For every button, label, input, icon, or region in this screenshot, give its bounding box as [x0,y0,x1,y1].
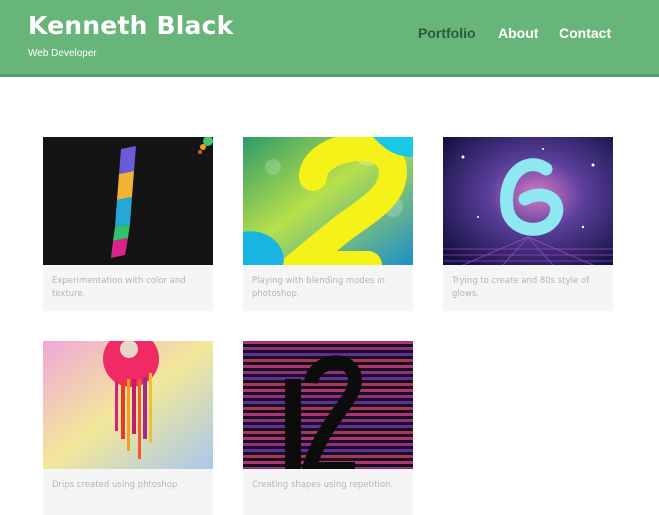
nav-link-about[interactable]: About [498,25,538,41]
portfolio-card[interactable]: Experimentation with color and texture. [43,137,213,311]
portfolio-thumbnail-number-12[interactable] [243,341,413,469]
portfolio-caption: Creating shapes using repetition. [252,480,394,490]
portfolio-thumbnail-number-2[interactable] [243,137,413,265]
site-header: Kenneth Black Web Developer Portfolio Ab… [0,0,659,77]
portfolio-caption: Trying to create and 80s style of glows. [452,276,590,299]
portfolio-card[interactable]: Creating shapes using repetition. [243,341,413,515]
nav-link-contact[interactable]: Contact [559,25,611,41]
portfolio-caption: Drips created using phtoshop [52,480,178,490]
portfolio-caption: Experimentation with color and texture. [52,276,186,299]
portfolio-card[interactable]: Drips created using phtoshop [43,341,213,515]
portfolio-card[interactable]: Playing with blending modes in photoshop… [243,137,413,311]
portfolio-thumbnail-number-1[interactable] [43,137,213,265]
nav-link-portfolio[interactable]: Portfolio [418,25,476,41]
portfolio-thumbnail-number-9[interactable] [43,341,213,469]
portfolio-thumbnail-number-6[interactable] [443,137,613,265]
portfolio-caption: Playing with blending modes in photoshop… [252,276,385,299]
main-nav: Portfolio About Contact [0,25,659,45]
portfolio-card[interactable]: Trying to create and 80s style of glows. [443,137,613,311]
site-tagline: Web Developer [28,48,97,59]
